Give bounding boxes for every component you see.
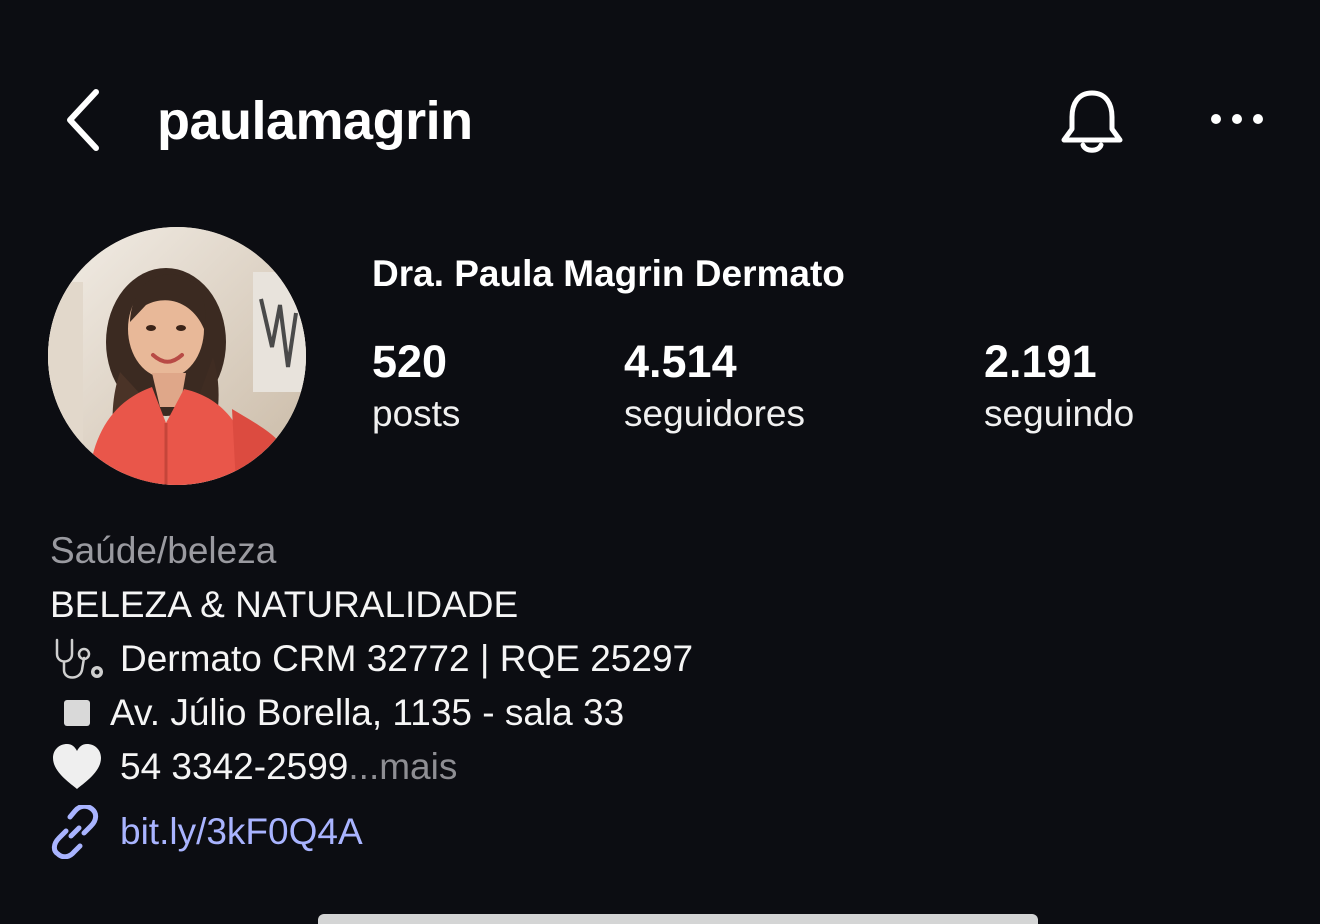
bio-line: BELEZA & NATURALIDADE: [50, 584, 519, 625]
profile-link-text: bit.ly/3kF0Q4A: [120, 811, 363, 852]
text-cutoff: [318, 914, 1038, 924]
posts-count[interactable]: 520 posts: [372, 335, 460, 437]
notifications-button[interactable]: [1058, 84, 1126, 158]
profile-header: paulamagrin: [0, 0, 1320, 240]
bell-icon: [1061, 90, 1123, 153]
posts-count-value: 520: [372, 336, 448, 387]
chevron-left-icon: [67, 89, 99, 151]
profile-category: Saúde/beleza: [50, 530, 277, 571]
profile-display-name: Dra. Paula Magrin Dermato: [372, 253, 845, 294]
following-count-label: seguindo: [984, 393, 1135, 434]
stethoscope-icon: [55, 638, 103, 679]
posts-count-label: posts: [372, 393, 461, 434]
white-heart-icon: [53, 744, 101, 789]
profile-username: paulamagrin: [157, 91, 473, 151]
partially-visible-text: [318, 904, 1038, 924]
back-button[interactable]: [60, 88, 108, 152]
bio-address-text: Av. Júlio Borella, 1135 - sala 33: [110, 692, 625, 733]
link-icon: [51, 805, 99, 859]
following-count-value: 2.191: [984, 336, 1097, 387]
following-count[interactable]: 2.191 seguindo: [984, 335, 1134, 437]
bio-line: 54 3342-2599 ... mais: [50, 740, 1250, 794]
profile-photo: [48, 227, 306, 485]
followers-count-label: seguidores: [624, 393, 806, 434]
profile-bio: Saúde/beleza BELEZA & NATURALIDADE Derma…: [50, 524, 1250, 794]
bio-line: Dermato CRM 32772 | RQE 25297: [50, 632, 1250, 686]
bio-line: Av. Júlio Borella, 1135 - sala 33: [50, 686, 1250, 740]
followers-count-value: 4.514: [624, 336, 737, 387]
profile-link[interactable]: bit.ly/3kF0Q4A: [48, 804, 363, 860]
followers-count[interactable]: 4.514 seguidores: [624, 335, 805, 437]
profile-avatar[interactable]: [48, 227, 306, 485]
bio-phone-text: 54 3342-2599: [120, 746, 349, 787]
bio-more-link[interactable]: mais: [379, 740, 457, 794]
bio-license-text: Dermato CRM 32772 | RQE 25297: [120, 638, 694, 679]
bio-ellipsis: ...: [348, 746, 380, 787]
more-options-button[interactable]: [1206, 104, 1268, 134]
more-horizontal-icon: [1211, 114, 1263, 124]
square-icon: [64, 700, 90, 726]
